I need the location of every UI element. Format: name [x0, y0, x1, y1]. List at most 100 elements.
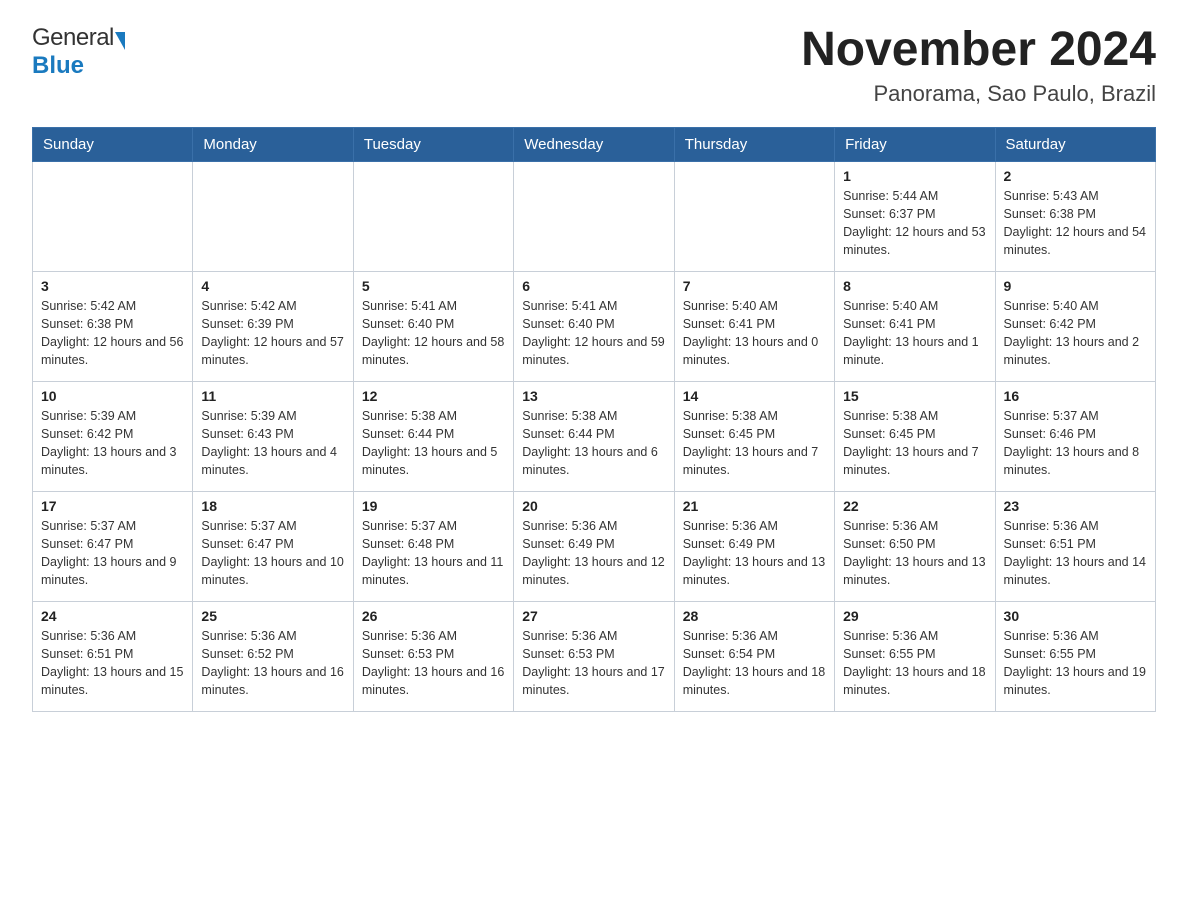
day-number: 20 — [522, 498, 665, 514]
day-info: Sunrise: 5:40 AMSunset: 6:41 PMDaylight:… — [683, 297, 826, 370]
day-number: 5 — [362, 278, 505, 294]
calendar-cell: 24 Sunrise: 5:36 AMSunset: 6:51 PMDayligh… — [33, 601, 193, 711]
calendar-cell — [674, 161, 834, 271]
day-info: Sunrise: 5:41 AMSunset: 6:40 PMDaylight:… — [362, 297, 505, 370]
day-info: Sunrise: 5:37 AMSunset: 6:48 PMDaylight:… — [362, 517, 505, 590]
day-number: 3 — [41, 278, 184, 294]
logo-blue-text: Blue — [32, 52, 84, 79]
calendar-cell: 25Sunrise: 5:36 AMSunset: 6:52 PMDayligh… — [193, 601, 353, 711]
day-info: Sunrise: 5:36 AMSunset: 6:55 PMDaylight:… — [843, 627, 986, 700]
day-number: 18 — [201, 498, 344, 514]
day-info: Sunrise: 5:37 AMSunset: 6:47 PMDaylight:… — [201, 517, 344, 590]
calendar-cell: 17Sunrise: 5:37 AMSunset: 6:47 PMDayligh… — [33, 491, 193, 601]
day-info: Sunrise: 5:43 AMSunset: 6:38 PMDaylight:… — [1004, 187, 1147, 260]
day-of-week-header: Saturday — [995, 127, 1155, 161]
day-number: 21 — [683, 498, 826, 514]
days-of-week-row: SundayMondayTuesdayWednesdayThursdayFrid… — [33, 127, 1156, 161]
day-info: Sunrise: 5:36 AMSunset: 6:55 PMDaylight:… — [1004, 627, 1147, 700]
day-number: 28 — [683, 608, 826, 624]
calendar-cell: 15Sunrise: 5:38 AMSunset: 6:45 PMDayligh… — [835, 381, 995, 491]
header: General Blue November 2024 Panorama, Sao… — [32, 24, 1156, 107]
day-of-week-header: Wednesday — [514, 127, 674, 161]
calendar-cell — [514, 161, 674, 271]
day-number: 10 — [41, 388, 184, 404]
day-number: 23 — [1004, 498, 1147, 514]
day-of-week-header: Sunday — [33, 127, 193, 161]
calendar-cell: 8 Sunrise: 5:40 AMSunset: 6:41 PMDaylight… — [835, 271, 995, 381]
day-number: 6 — [522, 278, 665, 294]
day-info: Sunrise: 5:36 AMSunset: 6:53 PMDaylight:… — [522, 627, 665, 700]
day-number: 22 — [843, 498, 986, 514]
calendar-cell: 16 Sunrise: 5:37 AMSunset: 6:46 PMDayligh… — [995, 381, 1155, 491]
calendar-table: SundayMondayTuesdayWednesdayThursdayFrid… — [32, 127, 1156, 712]
calendar-week-row: 3 Sunrise: 5:42 AMSunset: 6:38 PMDaylight… — [33, 271, 1156, 381]
day-number: 13 — [522, 388, 665, 404]
day-info: Sunrise: 5:36 AMSunset: 6:53 PMDaylight:… — [362, 627, 505, 700]
day-number: 17 — [41, 498, 184, 514]
calendar-cell: 1 Sunrise: 5:44 AMSunset: 6:37 PMDaylight… — [835, 161, 995, 271]
day-number: 8 — [843, 278, 986, 294]
calendar-cell: 21 Sunrise: 5:36 AMSunset: 6:49 PMDayligh… — [674, 491, 834, 601]
calendar-cell: 9 Sunrise: 5:40 AMSunset: 6:42 PMDaylight… — [995, 271, 1155, 381]
title-area: November 2024 Panorama, Sao Paulo, Brazi… — [801, 24, 1156, 107]
calendar-cell: 3 Sunrise: 5:42 AMSunset: 6:38 PMDaylight… — [33, 271, 193, 381]
day-number: 30 — [1004, 608, 1147, 624]
calendar-cell: 10 Sunrise: 5:39 AMSunset: 6:42 PMDayligh… — [33, 381, 193, 491]
calendar-header: SundayMondayTuesdayWednesdayThursdayFrid… — [33, 127, 1156, 161]
day-number: 12 — [362, 388, 505, 404]
day-of-week-header: Tuesday — [353, 127, 513, 161]
day-number: 1 — [843, 168, 986, 184]
calendar-cell: 30 Sunrise: 5:36 AMSunset: 6:55 PMDayligh… — [995, 601, 1155, 711]
calendar-cell: 2 Sunrise: 5:43 AMSunset: 6:38 PMDaylight… — [995, 161, 1155, 271]
day-number: 14 — [683, 388, 826, 404]
day-number: 9 — [1004, 278, 1147, 294]
day-info: Sunrise: 5:40 AMSunset: 6:42 PMDaylight:… — [1004, 297, 1147, 370]
day-info: Sunrise: 5:36 AMSunset: 6:54 PMDaylight:… — [683, 627, 826, 700]
day-info: Sunrise: 5:38 AMSunset: 6:44 PMDaylight:… — [522, 407, 665, 480]
calendar-body: 1 Sunrise: 5:44 AMSunset: 6:37 PMDaylight… — [33, 161, 1156, 711]
day-info: Sunrise: 5:40 AMSunset: 6:41 PMDaylight:… — [843, 297, 986, 370]
day-info: Sunrise: 5:38 AMSunset: 6:44 PMDaylight:… — [362, 407, 505, 480]
calendar-week-row: 1 Sunrise: 5:44 AMSunset: 6:37 PMDaylight… — [33, 161, 1156, 271]
calendar-cell: 26 Sunrise: 5:36 AMSunset: 6:53 PMDayligh… — [353, 601, 513, 711]
day-of-week-header: Friday — [835, 127, 995, 161]
day-info: Sunrise: 5:37 AMSunset: 6:46 PMDaylight:… — [1004, 407, 1147, 480]
day-info: Sunrise: 5:36 AMSunset: 6:49 PMDaylight:… — [683, 517, 826, 590]
day-info: Sunrise: 5:39 AMSunset: 6:42 PMDaylight:… — [41, 407, 184, 480]
logo-general-text: General — [32, 24, 114, 52]
day-info: Sunrise: 5:36 AMSunset: 6:50 PMDaylight:… — [843, 517, 986, 590]
day-of-week-header: Monday — [193, 127, 353, 161]
calendar-cell — [193, 161, 353, 271]
page-subtitle: Panorama, Sao Paulo, Brazil — [801, 81, 1156, 107]
calendar-week-row: 17 Sunrise: 5:37 AMSunset: 6:47 PMDayligh… — [33, 491, 1156, 601]
day-info: Sunrise: 5:44 AMSunset: 6:37 PMDaylight:… — [843, 187, 986, 260]
day-number: 24 — [41, 608, 184, 624]
day-info: Sunrise: 5:36 AMSunset: 6:51 PMDaylight:… — [41, 627, 184, 700]
calendar-week-row: 10 Sunrise: 5:39 AMSunset: 6:42 PMDayligh… — [33, 381, 1156, 491]
calendar-cell: 5 Sunrise: 5:41 AMSunset: 6:40 PMDaylight… — [353, 271, 513, 381]
day-number: 2 — [1004, 168, 1147, 184]
calendar-cell — [33, 161, 193, 271]
logo: General Blue — [32, 24, 125, 80]
page-title: November 2024 — [801, 24, 1156, 77]
day-number: 11 — [201, 388, 344, 404]
calendar-cell: 18 Sunrise: 5:37 AMSunset: 6:47 PMDayligh… — [193, 491, 353, 601]
calendar-week-row: 24 Sunrise: 5:36 AMSunset: 6:51 PMDayligh… — [33, 601, 1156, 711]
calendar-cell: 6Sunrise: 5:41 AMSunset: 6:40 PMDaylight… — [514, 271, 674, 381]
day-number: 27 — [522, 608, 665, 624]
calendar-cell — [353, 161, 513, 271]
calendar-cell: 12 Sunrise: 5:38 AMSunset: 6:44 PMDayligh… — [353, 381, 513, 491]
calendar-cell: 23Sunrise: 5:36 AMSunset: 6:51 PMDayligh… — [995, 491, 1155, 601]
calendar-cell: 28 Sunrise: 5:36 AMSunset: 6:54 PMDayligh… — [674, 601, 834, 711]
day-number: 19 — [362, 498, 505, 514]
day-info: Sunrise: 5:38 AMSunset: 6:45 PMDaylight:… — [683, 407, 826, 480]
day-info: Sunrise: 5:36 AMSunset: 6:52 PMDaylight:… — [201, 627, 344, 700]
day-info: Sunrise: 5:38 AMSunset: 6:45 PMDaylight:… — [843, 407, 986, 480]
day-number: 26 — [362, 608, 505, 624]
calendar-cell: 29Sunrise: 5:36 AMSunset: 6:55 PMDayligh… — [835, 601, 995, 711]
day-info: Sunrise: 5:42 AMSunset: 6:39 PMDaylight:… — [201, 297, 344, 370]
logo-arrow-icon — [115, 32, 125, 50]
day-info: Sunrise: 5:42 AMSunset: 6:38 PMDaylight:… — [41, 297, 184, 370]
day-number: 16 — [1004, 388, 1147, 404]
calendar-cell: 7Sunrise: 5:40 AMSunset: 6:41 PMDaylight… — [674, 271, 834, 381]
